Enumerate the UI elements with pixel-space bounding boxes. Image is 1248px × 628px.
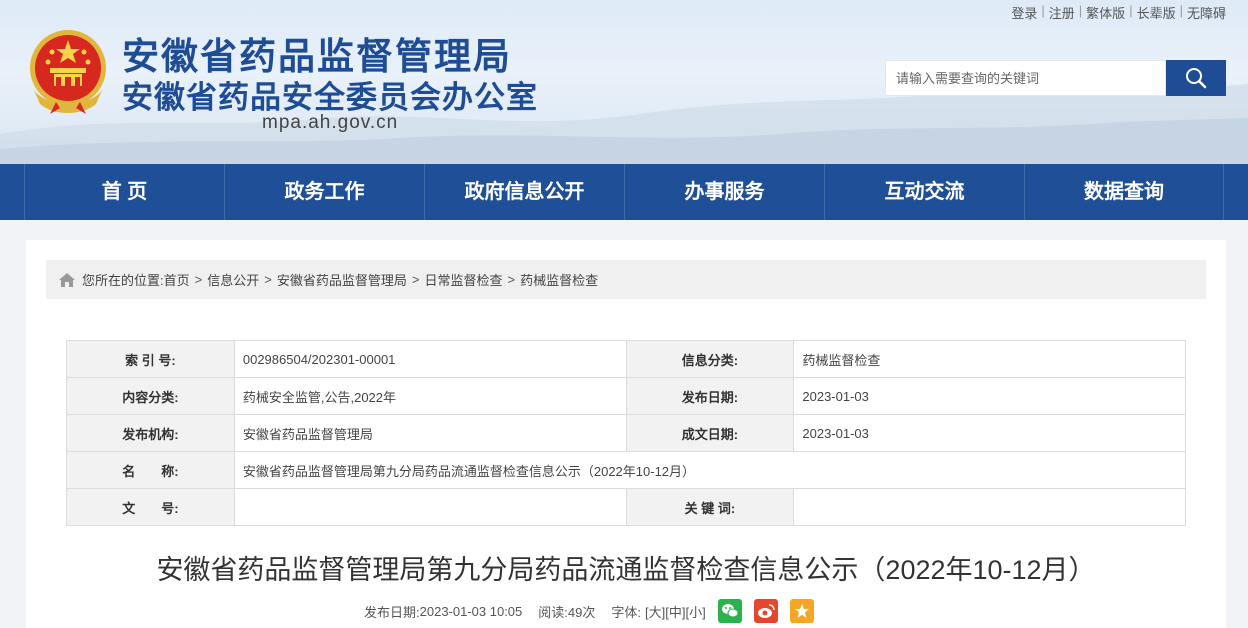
breadcrumb-separator: > [411,272,420,287]
divider: | [1041,3,1045,18]
site-domain: mpa.ah.gov.cn [262,112,399,133]
search-button[interactable] [1166,60,1226,96]
font-medium-button[interactable]: [中] [665,602,685,621]
nav-item-data-query[interactable]: 数据查询 [1024,164,1224,220]
breadcrumb-prefix: 您所在的位置: [82,273,164,288]
national-emblem-icon [26,28,110,116]
traditional-chinese-link[interactable]: 繁体版 [1086,3,1125,22]
divider: | [1179,3,1183,18]
created-date-label: 成文日期: [625,414,795,452]
content-type-value: 药械安全监管,公告,2022年 [233,377,627,415]
nav-item-interaction[interactable]: 互动交流 [824,164,1024,220]
article-meta: 发布日期: 2023-01-03 10:05 阅读: 49次 字体: [大] [… [364,599,814,623]
font-large-button[interactable]: [大] [645,602,665,621]
divider: | [1078,3,1083,18]
accessibility-link[interactable]: 无障碍 [1187,3,1226,22]
table-row: 发布机构: 安徽省药品监督管理局 成文日期: 2023-01-03 [66,414,1186,452]
favorite-icon [794,604,809,618]
elderly-version-link[interactable]: 长辈版 [1137,3,1176,22]
font-small-button[interactable]: [小] [685,602,705,621]
breadcrumb-separator: > [264,272,272,287]
wechat-icon [721,604,739,618]
breadcrumb-item-inspection[interactable]: 日常监督检查 [424,270,502,289]
doc-number-label: 文 号: [66,488,235,526]
breadcrumb-item-current[interactable]: 药械监督检查 [520,270,598,289]
nav-item-home[interactable]: 首 页 [24,164,224,220]
favorite-button[interactable] [789,599,814,623]
content-type-label: 内容分类: [66,377,235,415]
search-input[interactable] [885,60,1166,96]
wechat-share-button[interactable] [717,599,742,623]
breadcrumb-item-info[interactable]: 信息公开 [207,270,259,289]
index-label: 索 引 号: [66,340,235,378]
info-table: 索 引 号: 002986504/202301-00001 信息分类: 药械监督… [66,340,1187,526]
name-label: 名 称: [66,451,235,489]
nav-item-services[interactable]: 办事服务 [624,164,824,220]
breadcrumb-separator: > [194,272,203,287]
search-bar [885,60,1226,96]
search-icon [1186,68,1207,89]
site-subtitle: 安徽省药品安全委员会办公室 [122,80,538,116]
table-row: 名 称: 安徽省药品监督管理局第九分局药品流通监督检查信息公示（2022年10-… [66,451,1187,489]
content-panel: 您所在的位置: 首页 > 信息公开 > 安徽省药品监督管理局 > 日常监督检查 … [26,240,1226,628]
home-icon [59,272,75,287]
breadcrumb-item-bureau[interactable]: 安徽省药品监督管理局 [277,270,407,289]
category-value: 药械监督检查 [793,340,1186,378]
publish-date-value: 2023-01-03 10:05 [419,603,523,619]
login-link[interactable]: 登录 [1011,3,1037,22]
register-link[interactable]: 注册 [1049,3,1075,22]
reads-value: 49次 [567,604,596,620]
font-size-label: 字体: [611,604,641,620]
nav-item-info-disclosure[interactable]: 政府信息公开 [424,164,624,220]
table-row: 索 引 号: 002986504/202301-00001 信息分类: 药械监督… [66,340,1186,378]
publish-date-label: 发布日期: [625,377,795,415]
doc-number-value [233,488,627,526]
publish-date-value: 2023-01-03 [793,377,1186,415]
keywords-label: 关 键 词: [625,488,795,526]
nav-item-government-affairs[interactable]: 政务工作 [224,164,424,220]
publish-date-label: 发布日期: [364,604,420,620]
breadcrumb-separator: > [507,272,516,287]
breadcrumb: 您所在的位置: 首页 > 信息公开 > 安徽省药品监督管理局 > 日常监督检查 … [46,260,1206,299]
weibo-icon [757,604,775,618]
org-label: 发布机构: [66,414,235,452]
divider: | [1129,3,1133,18]
table-row: 内容分类: 药械安全监管,公告,2022年 发布日期: 2023-01-03 [66,377,1186,415]
breadcrumb-item-home[interactable]: 首页 [164,270,190,289]
keywords-value [793,488,1186,526]
org-value: 安徽省药品监督管理局 [233,414,627,452]
index-value: 002986504/202301-00001 [233,340,627,378]
site-header: 安徽省药品监督管理局 安徽省药品安全委员会办公室 mpa.ah.gov.cn 登… [0,0,1248,164]
category-label: 信息分类: [625,340,795,378]
name-value: 安徽省药品监督管理局第九分局药品流通监督检查信息公示（2022年10-12月） [233,451,1187,489]
main-nav: 首 页 政务工作 政府信息公开 办事服务 互动交流 数据查询 [0,164,1248,220]
article-title: 安徽省药品监督管理局第九分局药品流通监督检查信息公示（2022年10-12月） [156,555,1096,585]
reads-label: 阅读: [538,604,568,620]
table-row: 文 号: 关 键 词: [66,488,1186,526]
weibo-share-button[interactable] [753,599,778,623]
created-date-value: 2023-01-03 [793,414,1186,452]
top-links: 登录 | 注册 | 繁体版 | 长辈版 | 无障碍 [1011,3,1226,22]
